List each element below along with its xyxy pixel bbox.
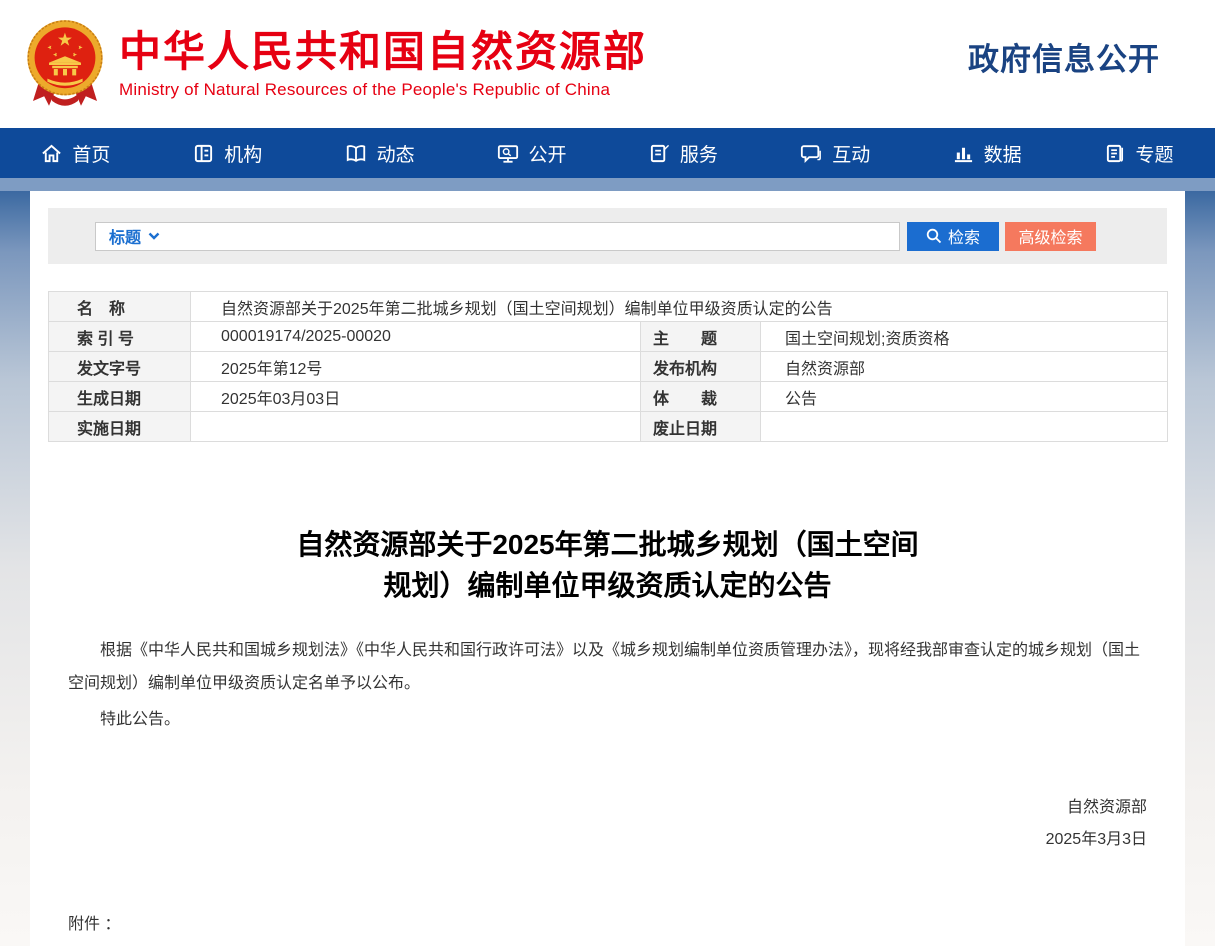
article: 自然资源部关于2025年第二批城乡规划（国土空间 规划）编制单位甲级资质认定的公… (30, 524, 1185, 946)
search-field-selector[interactable]: 标题 (109, 224, 160, 248)
advanced-search-label: 高级检索 (1018, 224, 1082, 248)
chevron-down-icon (148, 232, 160, 240)
article-title-line1: 自然资源部关于2025年第二批城乡规划（国土空间 (68, 524, 1147, 565)
main-navigation: 首页 机构 动态 公开 服务 (0, 128, 1215, 178)
meta-value-docnum: 2025年第12号 (191, 352, 641, 382)
service-doc-icon (649, 143, 670, 164)
news-book-icon (345, 143, 367, 164)
search-panel: 标题 检索 高级检索 (48, 208, 1167, 264)
search-icon (926, 228, 942, 244)
signature-block: 自然资源部 2025年3月3日 (68, 792, 1147, 856)
article-title: 自然资源部关于2025年第二批城乡规划（国土空间 规划）编制单位甲级资质认定的公… (68, 524, 1147, 606)
nav-label: 首页 (72, 140, 110, 167)
nav-sub-strip (0, 178, 1215, 191)
meta-value-genre: 公告 (761, 382, 1168, 412)
topics-doc-icon (1105, 143, 1126, 164)
nav-item-data[interactable]: 数据 (911, 128, 1063, 178)
content-card: 标题 检索 高级检索 名 称 自然资源 (30, 191, 1185, 946)
search-button[interactable]: 检索 (907, 222, 999, 251)
meta-value-impl (191, 412, 641, 442)
meta-label-repeal: 废止日期 (641, 412, 761, 442)
meta-row-index: 索 引 号 000019174/2025-00020 主 题 国土空间规划;资质… (49, 322, 1168, 352)
meta-row-impl: 实施日期 废止日期 (49, 412, 1168, 442)
organization-icon (193, 143, 214, 164)
meta-value-repeal (761, 412, 1168, 442)
attachment-link-1[interactable]: 1. 城乡规划（国土空间规划）编制单位甲级资质认定名单（2025年第二批）.xl… (96, 940, 1147, 946)
meta-row-name: 名 称 自然资源部关于2025年第二批城乡规划（国土空间规划）编制单位甲级资质认… (49, 292, 1168, 322)
meta-value-subject: 国土空间规划;资质资格 (761, 322, 1168, 352)
meta-label-docnum: 发文字号 (49, 352, 191, 382)
signature-date: 2025年3月3日 (68, 824, 1147, 856)
national-emblem-icon (25, 17, 105, 113)
nav-item-disclosure[interactable]: 公开 (456, 128, 608, 178)
article-paragraph: 特此公告。 (68, 703, 1147, 736)
disclosure-screen-icon (497, 143, 519, 164)
meta-label-gendate: 生成日期 (49, 382, 191, 412)
article-title-line2: 规划）编制单位甲级资质认定的公告 (68, 565, 1147, 606)
meta-label-subject: 主 题 (641, 322, 761, 352)
nav-label: 动态 (377, 140, 415, 167)
meta-row-gendate: 生成日期 2025年03月03日 体 裁 公告 (49, 382, 1168, 412)
nav-label: 互动 (832, 140, 870, 167)
meta-label-genre: 体 裁 (641, 382, 761, 412)
nav-item-topics[interactable]: 专题 (1063, 128, 1215, 178)
nav-item-home[interactable]: 首页 (0, 128, 152, 178)
bar-chart-icon (953, 143, 974, 164)
meta-label-issuer: 发布机构 (641, 352, 761, 382)
home-icon (41, 143, 62, 164)
meta-row-docnum: 发文字号 2025年第12号 发布机构 自然资源部 (49, 352, 1168, 382)
article-body: 根据《中华人民共和国城乡规划法》《中华人民共和国行政许可法》以及《城乡规划编制单… (68, 634, 1147, 736)
attachments-label: 附件 ： (68, 910, 1147, 940)
document-meta-table: 名 称 自然资源部关于2025年第二批城乡规划（国土空间规划）编制单位甲级资质认… (48, 291, 1168, 442)
meta-value-issuer: 自然资源部 (761, 352, 1168, 382)
meta-value-index: 000019174/2025-00020 (191, 322, 641, 352)
nav-item-news[interactable]: 动态 (304, 128, 456, 178)
meta-label-index: 索 引 号 (49, 322, 191, 352)
chat-bubbles-icon (800, 143, 822, 164)
nav-label: 机构 (224, 140, 262, 167)
site-title-block[interactable]: 中华人民共和国自然资源部 Ministry of Natural Resourc… (119, 28, 647, 100)
search-field-label: 标题 (109, 224, 141, 248)
search-button-label: 检索 (948, 224, 980, 248)
search-input[interactable]: 标题 (95, 222, 900, 251)
article-paragraph: 根据《中华人民共和国城乡规划法》《中华人民共和国行政许可法》以及《城乡规划编制单… (68, 634, 1147, 700)
attachments-section: 附件 ： 1. 城乡规划（国土空间规划）编制单位甲级资质认定名单（2025年第二… (68, 910, 1147, 946)
nav-label: 公开 (529, 140, 567, 167)
meta-value-name: 自然资源部关于2025年第二批城乡规划（国土空间规划）编制单位甲级资质认定的公告 (191, 292, 1168, 322)
meta-value-gendate: 2025年03月03日 (191, 382, 641, 412)
nav-label: 服务 (680, 140, 718, 167)
site-title: 中华人民共和国自然资源部 (119, 28, 647, 76)
meta-label-impl: 实施日期 (49, 412, 191, 442)
page-background: 标题 检索 高级检索 名 称 自然资源 (0, 191, 1215, 946)
nav-item-service[interactable]: 服务 (608, 128, 760, 178)
meta-label-name: 名 称 (49, 292, 191, 322)
nav-label: 数据 (984, 140, 1022, 167)
signature-issuer: 自然资源部 (68, 792, 1147, 824)
advanced-search-button[interactable]: 高级检索 (1005, 222, 1096, 251)
site-subtitle: Ministry of Natural Resources of the Peo… (119, 80, 647, 100)
gov-info-disclosure-link[interactable]: 政府信息公开 (968, 34, 1160, 79)
nav-label: 专题 (1136, 140, 1174, 167)
site-header: 中华人民共和国自然资源部 Ministry of Natural Resourc… (0, 0, 1215, 128)
nav-item-interaction[interactable]: 互动 (759, 128, 911, 178)
nav-item-organization[interactable]: 机构 (152, 128, 304, 178)
